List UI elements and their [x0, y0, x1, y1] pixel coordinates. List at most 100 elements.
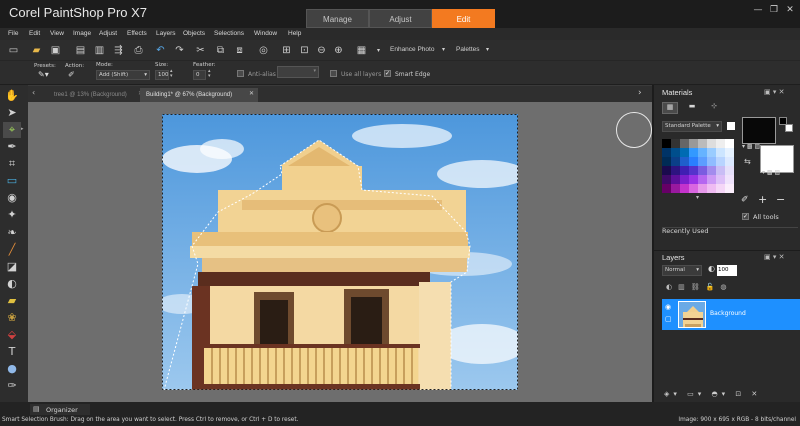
presets-icon[interactable]: ✎▾	[38, 70, 54, 80]
pan-tool-icon[interactable]: ✋	[3, 88, 21, 104]
feather-stepper[interactable]: ▴ ▾	[208, 69, 211, 79]
browse-icon[interactable]: ▤	[73, 43, 88, 58]
copy-icon[interactable]: ⧉	[213, 43, 228, 58]
size-field[interactable]: 100	[155, 70, 169, 80]
palettes-menu[interactable]: Palettes	[456, 46, 480, 53]
airbrush-icon[interactable]: ◪	[3, 259, 21, 275]
menu-adjust[interactable]: Adjust	[99, 28, 117, 40]
maximize-button[interactable]: ❐	[766, 3, 782, 17]
open-folder-icon[interactable]: ▰	[29, 43, 44, 58]
bg-mini-swatch[interactable]	[785, 124, 793, 132]
tab-adjust[interactable]: Adjust	[369, 9, 432, 28]
menu-effects[interactable]: Effects	[127, 28, 147, 40]
anti-alias-select[interactable]: ▾	[277, 66, 319, 78]
undo-icon[interactable]: ↶	[153, 43, 168, 58]
help-icon[interactable]: ◎	[256, 43, 271, 58]
doc-tab-tree1[interactable]: tree1 @ 13% (Background)	[48, 88, 133, 102]
close-tab-building1-icon[interactable]: ✕	[249, 90, 254, 97]
save-as-icon[interactable]: ▥	[92, 43, 107, 58]
minimize-button[interactable]: —	[750, 3, 766, 17]
foreground-color-swatch[interactable]	[742, 117, 776, 144]
layer-name[interactable]: Background	[710, 310, 746, 317]
straighten-tool-icon[interactable]: ▭	[3, 173, 21, 189]
paint-brush-icon[interactable]: ╱	[3, 242, 21, 258]
all-tools-checkbox[interactable]: ✓	[742, 213, 749, 220]
menu-window[interactable]: Window	[254, 28, 277, 40]
fit-window-icon[interactable]: ⊞	[279, 43, 294, 58]
blend-mode-select[interactable]: Normal ▾	[662, 265, 702, 276]
add-swatch-icon[interactable]: +	[758, 193, 767, 206]
share-icon[interactable]: ⇶	[111, 43, 126, 58]
new-file-icon[interactable]: ▭	[6, 43, 21, 58]
mode-select[interactable]: Add (Shift) ▾	[96, 70, 150, 80]
zoom-out-icon[interactable]: ⊖	[314, 43, 329, 58]
menu-selections[interactable]: Selections	[214, 28, 244, 40]
screen-icon[interactable]: ▦	[354, 43, 369, 58]
red-eye-tool-icon[interactable]: ◉	[3, 190, 21, 206]
remove-swatch-icon[interactable]: −	[776, 193, 785, 206]
color-swatch-grid[interactable]	[662, 139, 734, 193]
layer-row-background[interactable]: ◉ ▢ Background	[662, 299, 800, 330]
lighten-darken-icon[interactable]: ◐	[3, 276, 21, 292]
flood-fill-icon[interactable]: ⬙	[3, 327, 21, 343]
swatch-tab-icon[interactable]: ⊹	[706, 102, 722, 114]
feather-field[interactable]: 0	[193, 70, 206, 80]
save-icon[interactable]: ▣	[48, 43, 63, 58]
frame-tab-icon[interactable]: ▬	[684, 102, 700, 114]
menu-edit[interactable]: Edit	[29, 28, 40, 40]
clone-brush-icon[interactable]: ❧	[3, 225, 21, 241]
paste-icon[interactable]: ⧈	[232, 43, 247, 58]
smart-edge-checkbox[interactable]: ✓	[384, 70, 391, 77]
swatches-tab-icon[interactable]: ▦	[662, 102, 678, 114]
tool-flyout-icon[interactable]: ▸	[21, 126, 24, 132]
eraser-tool-icon[interactable]: ▰	[3, 293, 21, 309]
close-button[interactable]: ✕	[782, 3, 798, 17]
menu-layers[interactable]: Layers	[156, 28, 176, 40]
organizer-tab[interactable]: ▤ Organizer	[30, 404, 90, 415]
tabs-scroll-left-icon[interactable]: ‹	[32, 88, 35, 97]
text-tool-icon[interactable]: T	[3, 344, 21, 360]
tab-manage[interactable]: Manage	[306, 9, 369, 28]
actual-size-icon[interactable]: ⊡	[297, 43, 312, 58]
redo-icon[interactable]: ↷	[172, 43, 187, 58]
eyedropper-icon[interactable]: ✐	[741, 195, 749, 205]
swatch-expand-icon[interactable]: ▾	[696, 194, 699, 201]
palettes-dropdown-icon[interactable]: ▾	[486, 46, 489, 53]
layers-menu-icon[interactable]: ▣ ▾ ✕	[764, 253, 784, 261]
size-stepper[interactable]: ▴ ▾	[170, 69, 173, 79]
menu-view[interactable]: View	[50, 28, 64, 40]
print-icon[interactable]: ⎙	[131, 43, 146, 58]
layer-lock-toggle-icon[interactable]: ▢	[665, 315, 672, 323]
anti-alias-checkbox[interactable]	[237, 70, 244, 77]
tabs-scroll-right-icon[interactable]: ›	[638, 88, 642, 98]
fg-style-icon[interactable]: ▾ ▩ ▨	[742, 143, 760, 150]
use-all-layers-checkbox[interactable]	[330, 70, 337, 77]
layer-visibility-icon[interactable]: ◉	[665, 303, 671, 311]
picture-tube-icon[interactable]: ❀	[3, 310, 21, 326]
menu-file[interactable]: File	[8, 28, 18, 40]
doc-tab-building1[interactable]: Building1* @ 67% (Background)	[140, 88, 258, 102]
swap-colors-icon[interactable]: ⇆	[744, 157, 751, 166]
palette-options-icon[interactable]	[727, 122, 735, 130]
dropper-tool-icon[interactable]: ✒	[3, 139, 21, 155]
layer-lock-icons[interactable]: ◐▥⛓🔓◍	[666, 283, 732, 291]
dropdown-arrow-icon[interactable]: ▾	[371, 43, 386, 58]
materials-menu-icon[interactable]: ▣ ▾ ✕	[764, 88, 784, 96]
crop-tool-icon[interactable]: ⌗	[3, 156, 21, 172]
zoom-in-icon[interactable]: ⊕	[331, 43, 346, 58]
pen-tool-icon[interactable]: ✑	[3, 378, 21, 394]
cut-icon[interactable]: ✂	[193, 43, 208, 58]
menu-help[interactable]: Help	[288, 28, 301, 40]
enhance-photo-menu[interactable]: Enhance Photo	[390, 46, 434, 53]
opacity-field[interactable]: 100	[717, 265, 737, 276]
menu-image[interactable]: Image	[73, 28, 91, 40]
preset-shape-icon[interactable]: ●	[3, 361, 21, 377]
tab-edit[interactable]: Edit	[432, 9, 495, 28]
menu-objects[interactable]: Objects	[183, 28, 205, 40]
makeover-tool-icon[interactable]: ✦	[3, 207, 21, 223]
smart-selection-brush-icon[interactable]: ⌖	[3, 122, 21, 138]
pick-tool-icon[interactable]: ➤	[3, 105, 21, 121]
bg-style-icon[interactable]: ▾ ▩ ▨	[762, 169, 780, 176]
enhance-dropdown-icon[interactable]: ▾	[442, 46, 445, 53]
palette-select[interactable]: Standard Palette ▾	[662, 121, 722, 132]
